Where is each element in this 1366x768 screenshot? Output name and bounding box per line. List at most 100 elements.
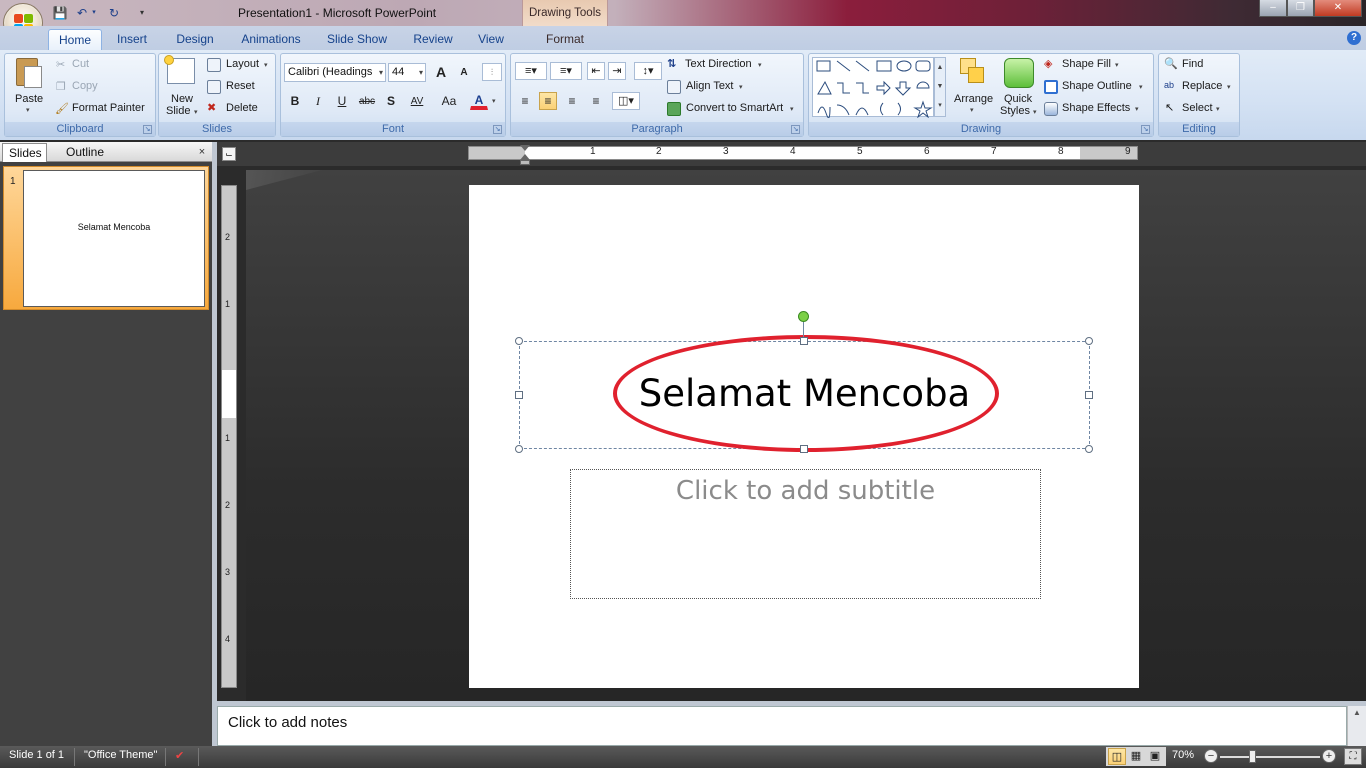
align-text-button[interactable]: Align Text <box>686 80 734 92</box>
shape-effects-icon[interactable] <box>1044 102 1058 116</box>
horizontal-ruler[interactable] <box>468 146 1138 160</box>
bold-button[interactable]: B <box>286 92 304 110</box>
font-color-dropdown-icon[interactable]: ▾ <box>492 97 496 105</box>
slide-thumbnail[interactable] <box>23 170 205 307</box>
zoom-slider-thumb[interactable] <box>1249 750 1256 763</box>
text-direction-button[interactable]: Text Direction <box>685 58 752 70</box>
select-dropdown-icon[interactable]: ▾ <box>1216 105 1220 113</box>
resize-handle-top-left[interactable] <box>515 337 523 345</box>
delete-icon[interactable]: ✖ <box>207 101 216 114</box>
tab-home[interactable]: Home <box>48 29 102 50</box>
undo-dropdown-icon[interactable]: ▾ <box>90 5 98 21</box>
font-launcher-icon[interactable]: ↘ <box>493 125 502 134</box>
close-panel-icon[interactable]: × <box>196 143 208 162</box>
decrease-indent-button[interactable]: ⇤ <box>587 62 605 80</box>
tab-format[interactable]: Format <box>534 29 596 50</box>
layout-button[interactable]: Layout <box>226 58 259 70</box>
underline-button[interactable]: U <box>333 92 351 110</box>
customize-qat-icon[interactable]: ▾ <box>137 5 147 21</box>
format-painter-icon[interactable]: 🖌 <box>55 102 69 115</box>
text-direction-icon[interactable]: ⇅ <box>667 57 676 70</box>
subtitle-placeholder-text[interactable]: Click to add subtitle <box>570 476 1041 506</box>
font-name-combo[interactable]: Calibri (Headings ▾ <box>284 63 386 82</box>
paste-dropdown-icon[interactable]: ▾ <box>26 106 30 114</box>
delete-button[interactable]: Delete <box>226 102 258 114</box>
shape-outline-icon[interactable] <box>1044 80 1058 94</box>
tab-slides[interactable]: Slides <box>2 143 47 162</box>
zoom-in-icon[interactable]: + <box>1322 749 1336 763</box>
align-text-icon[interactable] <box>667 80 681 94</box>
align-text-dropdown-icon[interactable]: ▾ <box>739 83 743 91</box>
paste-button-label[interactable]: Paste <box>15 93 43 105</box>
close-button[interactable]: ✕ <box>1314 0 1362 17</box>
arrange-dropdown-icon[interactable]: ▾ <box>970 106 974 114</box>
clipboard-launcher-icon[interactable]: ↘ <box>143 125 152 134</box>
copy-icon[interactable]: ❐ <box>56 80 66 93</box>
shape-fill-dropdown-icon[interactable]: ▾ <box>1115 61 1119 69</box>
resize-handle-top[interactable] <box>800 337 808 345</box>
clear-formatting-button[interactable]: ⫶ <box>482 63 502 81</box>
tab-animations[interactable]: Animations <box>234 29 308 50</box>
tab-review[interactable]: Review <box>406 29 460 50</box>
align-right-button[interactable]: ≡ <box>563 92 581 110</box>
drawing-launcher-icon[interactable]: ↘ <box>1141 125 1150 134</box>
resize-handle-bottom-right[interactable] <box>1085 445 1093 453</box>
layout-icon[interactable] <box>207 58 221 72</box>
numbering-button[interactable]: ≡▾ <box>550 62 582 80</box>
notes-pane[interactable] <box>217 706 1347 746</box>
paste-icon[interactable] <box>14 58 44 90</box>
left-indent-marker[interactable] <box>520 160 530 165</box>
line-spacing-button[interactable]: ↕▾ <box>634 62 662 80</box>
align-left-button[interactable]: ≡ <box>516 92 534 110</box>
spell-check-icon[interactable]: ✔ <box>175 749 184 762</box>
resize-handle-right[interactable] <box>1085 391 1093 399</box>
grow-font-button[interactable]: A <box>432 63 450 81</box>
new-slide-dropdown-icon[interactable]: ▾ <box>194 108 198 116</box>
zoom-slider-track[interactable] <box>1220 756 1320 758</box>
shape-outline-dropdown-icon[interactable]: ▾ <box>1139 83 1143 91</box>
tab-selector-icon[interactable]: ⌙ <box>222 147 236 161</box>
tab-insert[interactable]: Insert <box>108 29 156 50</box>
layout-dropdown-icon[interactable]: ▾ <box>264 61 268 69</box>
convert-smartart-dropdown-icon[interactable]: ▾ <box>790 105 794 113</box>
convert-smartart-icon[interactable] <box>667 102 681 116</box>
new-slide-label-line2[interactable]: Slide <box>166 105 190 117</box>
strikethrough-button[interactable]: abc <box>355 92 379 110</box>
tab-view[interactable]: View <box>470 29 512 50</box>
scroll-up-icon[interactable]: ▲ <box>1353 708 1361 717</box>
redo-icon[interactable]: ↻ <box>106 5 122 21</box>
new-slide-icon[interactable] <box>164 55 195 84</box>
format-painter-button[interactable]: Format Painter <box>72 102 145 114</box>
cut-icon[interactable]: ✂ <box>56 58 65 71</box>
font-color-button[interactable]: A <box>470 91 488 110</box>
quick-styles-dropdown-icon[interactable]: ▾ <box>1033 108 1037 116</box>
slide-show-view-icon[interactable]: ▣ <box>1146 748 1164 765</box>
cut-button[interactable]: Cut <box>72 58 89 70</box>
find-button[interactable]: Find <box>1182 58 1203 70</box>
minimize-button[interactable]: – <box>1259 0 1287 17</box>
font-name-dropdown-icon[interactable]: ▾ <box>379 64 383 81</box>
arrange-icon[interactable] <box>958 58 988 88</box>
shrink-font-button[interactable]: A <box>455 63 473 81</box>
help-icon[interactable]: ? <box>1347 31 1361 45</box>
arrange-button[interactable]: Arrange <box>954 93 993 105</box>
resize-handle-bottom-left[interactable] <box>515 445 523 453</box>
tab-slide-show[interactable]: Slide Show <box>320 29 394 50</box>
text-shadow-button[interactable]: S <box>382 92 400 110</box>
shape-effects-dropdown-icon[interactable]: ▾ <box>1135 105 1139 113</box>
first-line-indent-marker[interactable] <box>520 145 530 151</box>
find-icon[interactable]: 🔍 <box>1164 57 1178 70</box>
convert-smartart-button[interactable]: Convert to SmartArt <box>686 102 783 114</box>
increase-indent-button[interactable]: ⇥ <box>608 62 626 80</box>
bullets-button[interactable]: ≡▾ <box>515 62 547 80</box>
replace-icon[interactable]: ab <box>1164 80 1174 90</box>
shape-fill-icon[interactable]: ◈ <box>1044 57 1052 70</box>
quick-styles-label-line2[interactable]: Styles <box>1000 105 1030 117</box>
shape-effects-button[interactable]: Shape Effects <box>1062 102 1130 114</box>
character-spacing-button[interactable]: AV <box>405 92 429 110</box>
shapes-gallery[interactable] <box>812 57 934 119</box>
text-direction-dropdown-icon[interactable]: ▾ <box>758 61 762 69</box>
rotation-handle[interactable] <box>798 311 809 322</box>
tab-outline[interactable]: Outline <box>58 143 120 162</box>
italic-button[interactable]: I <box>309 92 327 110</box>
